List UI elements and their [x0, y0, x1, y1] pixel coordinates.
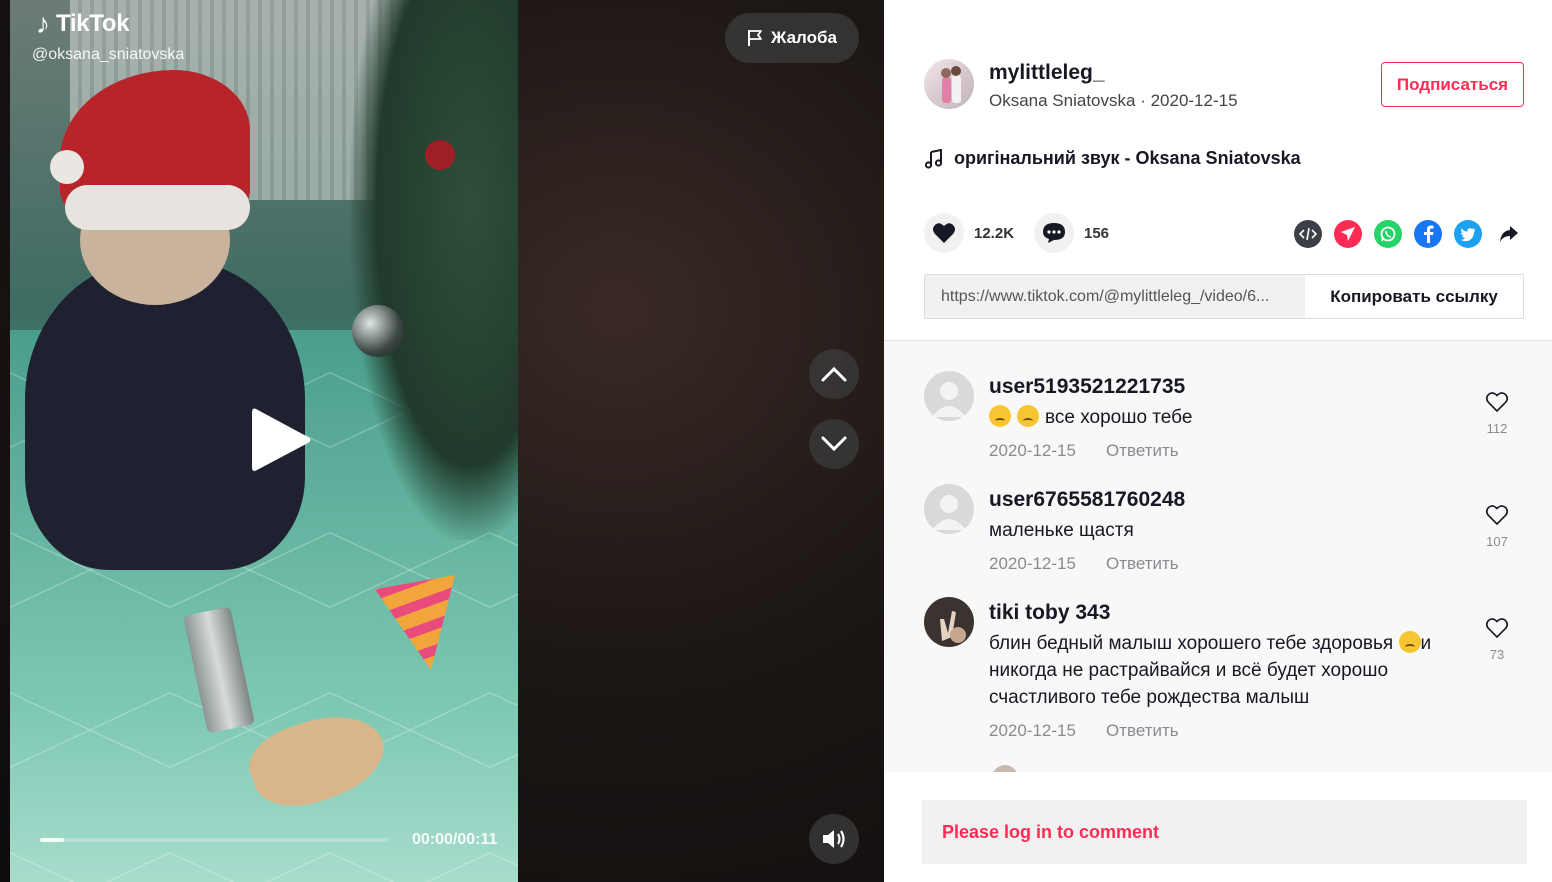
- video-frame[interactable]: ♪ TikTok @oksana_sniatovska 00:00/00:11: [10, 0, 518, 882]
- comment-stat: 156: [1034, 213, 1109, 253]
- next-video-button[interactable]: [809, 419, 859, 469]
- comment-text-content: все хорошо тебе: [1045, 407, 1193, 428]
- login-to-comment-bar[interactable]: Please log in to comment: [922, 800, 1527, 864]
- video-link-url[interactable]: https://www.tiktok.com/@mylittleleg_/vid…: [925, 275, 1305, 318]
- like-count: 12.2K: [974, 224, 1015, 242]
- share-arrow-icon[interactable]: [1495, 220, 1523, 248]
- music-row[interactable]: оригінальний звук - Oksana Sniatovska: [924, 148, 1301, 169]
- comment-text: все хорошо тебе: [989, 404, 1469, 431]
- author-username[interactable]: mylittleleg_: [989, 61, 1105, 85]
- author-meta: Oksana Sniatovska · 2020-12-15: [989, 91, 1238, 111]
- time-readout: 00:00/00:11: [412, 831, 498, 848]
- disappointed-face-icon: [1017, 405, 1039, 427]
- whatsapp-icon[interactable]: [1374, 220, 1402, 248]
- video-scene-tree: [350, 0, 518, 540]
- comment-button[interactable]: [1034, 213, 1074, 253]
- follow-button[interactable]: Подписаться: [1381, 62, 1524, 107]
- like-button[interactable]: [924, 213, 964, 253]
- comment-like-button[interactable]: 73: [1484, 617, 1510, 662]
- chevron-up-icon: [821, 366, 847, 382]
- video-scene-ornament: [425, 140, 455, 170]
- tiktok-logo-icon: ♪: [36, 8, 50, 39]
- comment-count: 156: [1084, 224, 1110, 242]
- post-date: 2020-12-15: [1150, 91, 1238, 110]
- volume-button[interactable]: [809, 814, 859, 864]
- login-prompt[interactable]: Please log in to comment: [942, 822, 1159, 843]
- video-scene-hat-brim: [65, 185, 250, 230]
- comment-avatar[interactable]: [924, 597, 974, 647]
- twitter-icon[interactable]: [1454, 220, 1482, 248]
- info-pane: mylittleleg_ Oksana Sniatovska · 2020-12…: [884, 0, 1552, 882]
- link-box: https://www.tiktok.com/@mylittleleg_/vid…: [924, 274, 1524, 319]
- facebook-icon[interactable]: [1414, 220, 1442, 248]
- comment-item: tiki toby 343 блин бедный малыш хорошего…: [924, 597, 1524, 757]
- comment-item: user6765581760248 маленьке щастя 2020-12…: [924, 484, 1524, 584]
- comment-text: блин бедный малыш хорошего тебе здоровья…: [989, 630, 1469, 711]
- meta-separator: ·: [1135, 91, 1151, 110]
- heart-outline-icon: [1485, 505, 1509, 526]
- heart-outline-icon: [1485, 618, 1509, 639]
- comment-date: 2020-12-15: [989, 441, 1076, 460]
- music-note-icon: [924, 148, 943, 169]
- chevron-down-icon: [821, 436, 847, 452]
- comment-username[interactable]: tiki toby 343: [989, 601, 1110, 625]
- video-scene-ornament: [352, 305, 404, 357]
- play-icon[interactable]: [250, 405, 314, 475]
- prev-video-button[interactable]: [809, 349, 859, 399]
- reply-button[interactable]: Ответить: [1106, 721, 1179, 741]
- music-title: оригінальний звук - Oksana Sniatovska: [954, 148, 1301, 168]
- worried-face-icon: [989, 405, 1011, 427]
- copy-link-button[interactable]: Копировать ссылку: [1305, 275, 1523, 318]
- comment-text: маленьке щастя: [989, 520, 1134, 541]
- comment-meta: 2020-12-15 Ответить: [989, 721, 1179, 741]
- comment-date: 2020-12-15: [989, 554, 1076, 573]
- telegram-icon[interactable]: [1334, 220, 1362, 248]
- comments-list[interactable]: user5193521221735 все хорошо тебе 2020-1…: [884, 340, 1552, 772]
- comment-like-button[interactable]: 112: [1484, 391, 1510, 436]
- actions-row: 12.2K 156: [924, 213, 1524, 255]
- video-pane: ♪ TikTok @oksana_sniatovska 00:00/00:11 …: [0, 0, 884, 882]
- reply-button[interactable]: Ответить: [1106, 441, 1179, 461]
- video-scene-hat-pom: [50, 150, 84, 184]
- comment-text-part-1: блин бедный малыш хорошего тебе здоровья: [989, 633, 1399, 654]
- comment-like-count: 73: [1489, 647, 1505, 662]
- comment-meta: 2020-12-15 Ответить: [989, 441, 1179, 461]
- comment-like-count: 107: [1486, 534, 1508, 549]
- tiktok-wordmark: TikTok: [56, 10, 130, 37]
- comment-username[interactable]: user6765581760248: [989, 488, 1185, 512]
- flag-icon: [748, 30, 762, 46]
- comment-username[interactable]: user5193521221735: [989, 375, 1185, 399]
- video-progress-bar[interactable]: [40, 838, 388, 842]
- embed-icon[interactable]: [1294, 220, 1322, 248]
- video-progress-fill: [40, 838, 65, 842]
- tiktok-brand: ♪ TikTok: [36, 8, 130, 40]
- report-button[interactable]: Жалоба: [725, 13, 859, 63]
- report-label: Жалоба: [771, 28, 837, 47]
- heart-icon: [933, 223, 955, 243]
- comment-item-partial: [924, 765, 1524, 772]
- comment-date: 2020-12-15: [989, 721, 1076, 740]
- volume-icon: [823, 830, 845, 848]
- comment-avatar[interactable]: [992, 765, 1018, 772]
- author-avatar[interactable]: [924, 59, 974, 109]
- comment-item: user5193521221735 все хорошо тебе 2020-1…: [924, 371, 1524, 471]
- comment-like-count: 112: [1486, 421, 1508, 436]
- comment-avatar[interactable]: [924, 484, 974, 534]
- reply-button[interactable]: Ответить: [1106, 554, 1179, 574]
- heart-outline-icon: [1485, 392, 1509, 413]
- comment-bubble-icon: [1043, 223, 1065, 243]
- disappointed-face-icon: [1398, 631, 1421, 653]
- author-display-name: Oksana Sniatovska: [989, 91, 1136, 110]
- comment-avatar[interactable]: [924, 371, 974, 421]
- like-stat: 12.2K: [924, 213, 1014, 253]
- comment-like-button[interactable]: 107: [1484, 504, 1510, 549]
- comment-meta: 2020-12-15 Ответить: [989, 554, 1179, 574]
- watermark-username: @oksana_sniatovska: [32, 46, 185, 63]
